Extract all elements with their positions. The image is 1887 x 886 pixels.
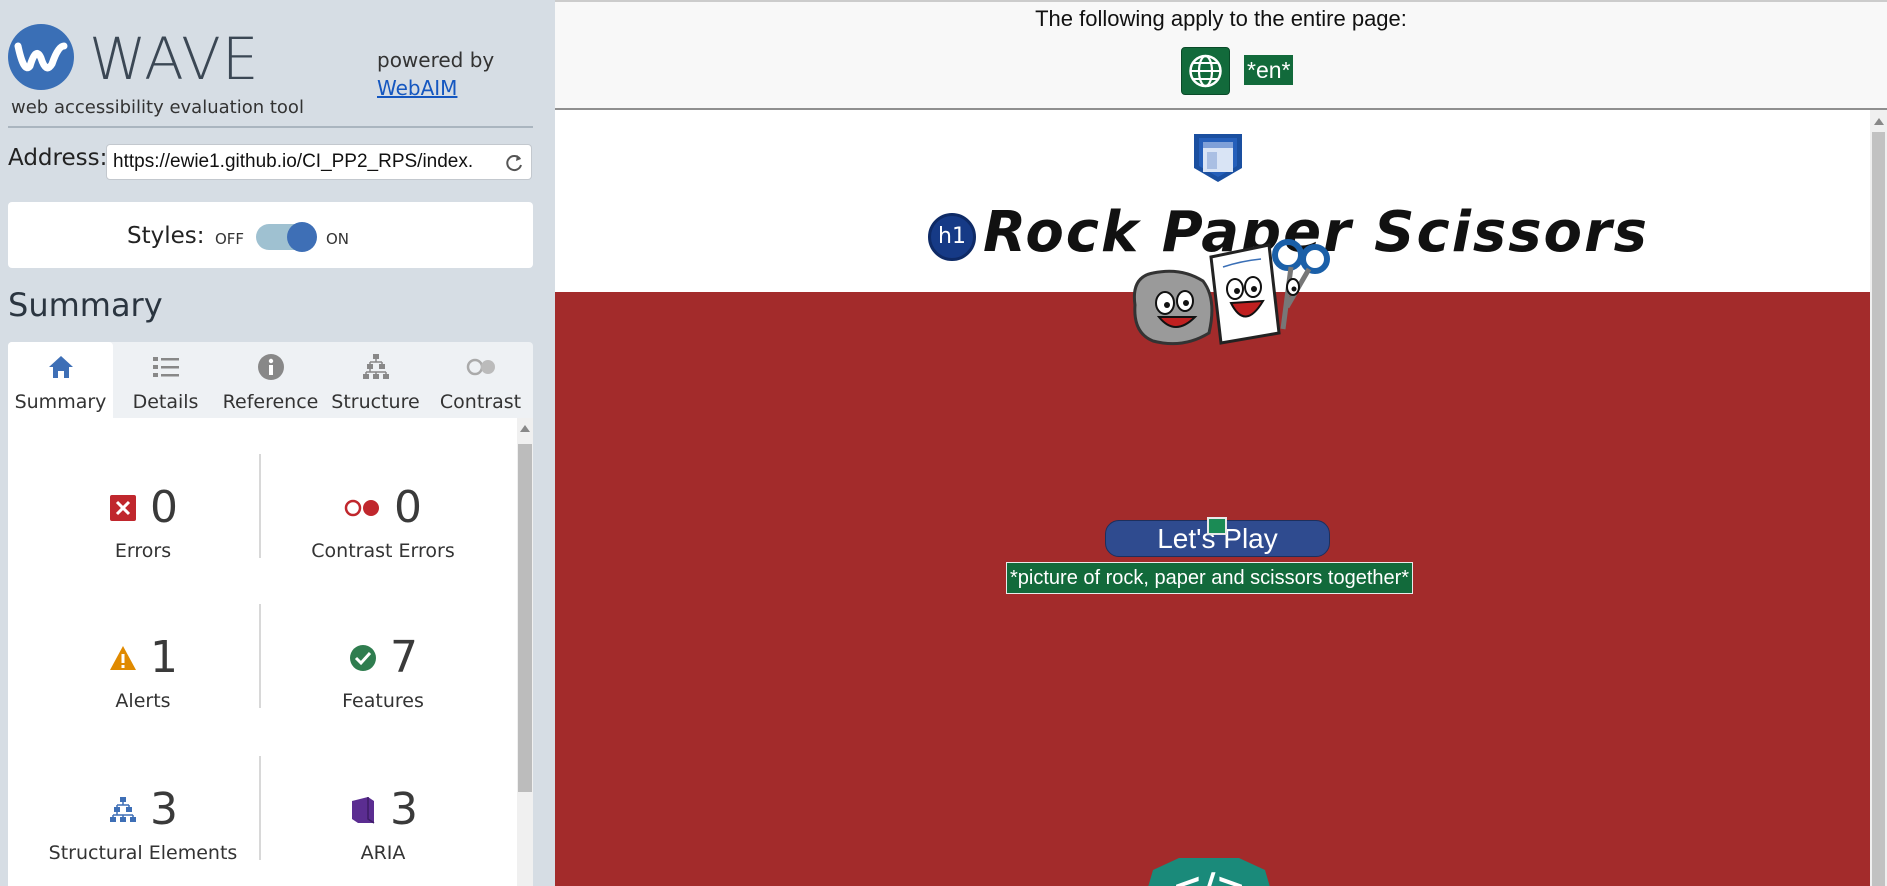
code-badge-text: </> — [1172, 866, 1245, 886]
error-icon — [110, 495, 136, 521]
scroll-up-icon[interactable] — [1874, 118, 1884, 125]
features-label: Features — [342, 690, 424, 712]
wave-logo-icon — [8, 24, 74, 90]
code-icon[interactable]: </> — [1139, 858, 1279, 886]
aria-count: 3 — [390, 784, 418, 835]
summary-scrollbar[interactable] — [517, 418, 533, 886]
refresh-icon[interactable] — [503, 152, 525, 174]
powered-by-label: powered by — [377, 48, 495, 72]
styles-off-label: OFF — [215, 230, 245, 248]
language-globe-icon[interactable] — [1181, 47, 1230, 95]
tab-reference-label: Reference — [222, 391, 319, 413]
tab-details-label: Details — [132, 391, 199, 413]
divider — [259, 604, 261, 708]
scroll-thumb[interactable] — [1872, 132, 1885, 886]
wave-logo-text: WAVE — [89, 25, 260, 93]
stat-features[interactable]: 7 Features — [263, 630, 503, 750]
alert-icon — [110, 646, 136, 670]
scroll-thumb[interactable] — [518, 444, 532, 792]
feature-icon — [350, 645, 376, 671]
wave-tagline: web accessibility evaluation tool — [11, 97, 304, 118]
stat-contrast-errors[interactable]: 0 Contrast Errors — [263, 480, 503, 600]
tab-summary-label: Summary — [14, 391, 107, 413]
image-alt-icon[interactable] — [1207, 517, 1227, 535]
powered-by: powered by WebAIM — [377, 46, 494, 102]
language-tag: *en* — [1244, 55, 1294, 85]
divider — [259, 756, 261, 860]
page-level-text: The following apply to the entire page: — [1035, 6, 1407, 31]
tab-contrast[interactable]: Contrast — [428, 342, 533, 418]
stat-structural-elements[interactable]: 3 Structural Elements — [23, 782, 263, 886]
stat-aria[interactable]: 3 ARIA — [263, 782, 503, 886]
divider — [8, 126, 533, 128]
structural-count: 3 — [150, 784, 178, 835]
summary-pane: 0 Errors 0 Contrast Errors 1 Alerts 7 Fe… — [8, 418, 533, 886]
tab-details[interactable]: Details — [113, 342, 218, 418]
tab-summary[interactable]: Summary — [8, 342, 113, 418]
summary-heading: Summary — [8, 286, 163, 324]
webaim-link[interactable]: WebAIM — [377, 74, 494, 102]
page-level-bar: The following apply to the entire page: … — [555, 0, 1887, 110]
contrast-errors-count: 0 — [394, 482, 422, 533]
divider — [259, 454, 261, 558]
info-icon — [258, 354, 284, 380]
errors-label: Errors — [114, 540, 172, 562]
h1-heading-icon[interactable]: h1 — [928, 213, 976, 261]
alerts-count: 1 — [150, 632, 178, 683]
contrast-errors-label: Contrast Errors — [311, 540, 455, 562]
styles-label: Styles: — [127, 223, 205, 249]
address-field[interactable]: https://ewie1.github.io/CI_PP2_RPS/index… — [106, 144, 532, 180]
page-preview: The following apply to the entire page: … — [555, 0, 1887, 886]
address-input[interactable]: https://ewie1.github.io/CI_PP2_RPS/index… — [113, 151, 497, 175]
alerts-label: Alerts — [115, 690, 171, 712]
structural-label: Structural Elements — [48, 842, 238, 864]
tab-contrast-label: Contrast — [439, 391, 522, 413]
aria-landmark-icon[interactable] — [1190, 128, 1246, 184]
wave-sidebar: WAVE web accessibility evaluation tool p… — [0, 0, 555, 886]
aria-label: ARIA — [360, 842, 406, 864]
tab-reference[interactable]: Reference — [218, 342, 323, 418]
address-label: Address: — [8, 145, 108, 171]
tab-structure[interactable]: Structure — [323, 342, 428, 418]
styles-card: Styles: OFF ON — [8, 202, 533, 268]
aria-icon — [352, 797, 375, 824]
home-icon — [49, 356, 73, 378]
preview-scrollbar[interactable] — [1870, 110, 1887, 886]
tab-bar: Summary Details Reference Structure Cont… — [8, 342, 533, 418]
contrast-icon — [466, 358, 495, 376]
scroll-up-icon[interactable] — [520, 425, 530, 432]
stat-alerts[interactable]: 1 Alerts — [23, 630, 263, 750]
hierarchy-icon — [363, 354, 389, 379]
styles-toggle[interactable] — [256, 222, 317, 252]
rock-paper-scissors-image — [1132, 239, 1330, 346]
toggle-knob[interactable] — [287, 222, 317, 252]
features-count: 7 — [390, 632, 418, 683]
alt-text-tag: *picture of rock, paper and scissors tog… — [1006, 562, 1414, 594]
structure-icon — [110, 797, 136, 822]
list-icon — [153, 357, 179, 377]
styles-on-label: ON — [326, 230, 350, 248]
stat-errors[interactable]: 0 Errors — [23, 480, 263, 600]
tab-structure-label: Structure — [331, 391, 420, 413]
main-content: Let's Play *picture of rock, paper and s… — [555, 239, 1887, 886]
contrast-error-icon — [344, 499, 379, 517]
errors-count: 0 — [150, 482, 178, 533]
